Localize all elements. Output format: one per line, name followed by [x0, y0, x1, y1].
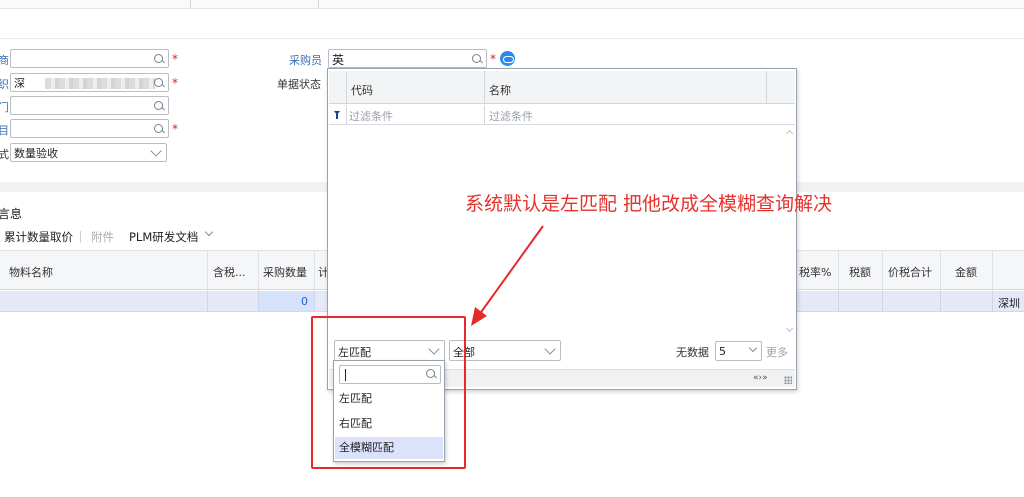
scroll-down-icon[interactable]: [785, 324, 794, 333]
cloud-icon[interactable]: [500, 51, 515, 66]
attachment-button[interactable]: 附件: [91, 229, 114, 245]
chevron-down-icon: [544, 343, 556, 355]
page-size-value: 5: [719, 345, 726, 358]
chevron-down-icon: [150, 145, 162, 157]
no-data-label: 无数据: [676, 346, 709, 359]
purchaser-field[interactable]: 英: [328, 49, 487, 68]
lookup-grid-header: 代码 名称: [329, 71, 795, 104]
col-total-with-tax[interactable]: 价税合计: [888, 264, 932, 280]
org-value: 深: [14, 77, 25, 90]
project-field[interactable]: [10, 119, 169, 138]
lookup-scrollbar[interactable]: [785, 126, 795, 334]
filter-icon: [334, 111, 340, 119]
toolbar-separator: [80, 231, 81, 243]
search-icon[interactable]: [153, 100, 165, 112]
col-code[interactable]: 代码: [351, 82, 373, 98]
resize-grip-icon[interactable]: [784, 376, 792, 384]
purchase-qty-value[interactable]: 0: [301, 295, 308, 308]
doc-status-label: 单据状态: [277, 78, 321, 91]
project-label: 目: [0, 124, 9, 137]
chevron-down-icon: [748, 343, 758, 353]
col-tax-included[interactable]: 含税...: [213, 264, 246, 280]
name-filter-input[interactable]: 过滤条件: [489, 108, 533, 124]
required-mark: *: [172, 52, 178, 66]
accept-method-value: 数量验收: [14, 147, 58, 160]
accept-method-label: 式: [0, 148, 9, 161]
supplier-label: 商: [0, 54, 9, 67]
purchaser-label: 采购员: [289, 54, 322, 67]
toolbar-divider: [0, 38, 1024, 39]
last-cell-value[interactable]: 深圳: [998, 295, 1020, 311]
org-label: 织: [0, 78, 9, 91]
col-tax-amount[interactable]: 税额: [849, 264, 871, 280]
search-icon[interactable]: [153, 123, 165, 135]
lookup-filter-row: 过滤条件 过滤条件: [329, 105, 795, 125]
required-mark: *: [490, 52, 496, 66]
col-material-name[interactable]: 物料名称: [9, 264, 53, 280]
search-icon[interactable]: [471, 53, 483, 65]
department-field[interactable]: [10, 96, 169, 115]
more-link[interactable]: 更多: [766, 344, 788, 360]
plm-docs-button[interactable]: PLM研发文档: [129, 229, 198, 245]
redacted-text: [45, 78, 155, 89]
annotation-arrow-icon: [471, 225, 544, 326]
required-mark: *: [172, 122, 178, 136]
search-icon[interactable]: [153, 53, 165, 65]
col-amount[interactable]: 金额: [955, 264, 977, 280]
annotation-highlight-box: [311, 316, 466, 469]
scroll-up-icon[interactable]: [785, 129, 794, 138]
col-purchase-qty[interactable]: 采购数量: [263, 264, 307, 280]
supplier-field[interactable]: [10, 49, 169, 68]
col-tax-rate[interactable]: 税率%: [799, 264, 831, 280]
col-name[interactable]: 名称: [489, 82, 511, 98]
accept-method-select[interactable]: 数量验收: [10, 143, 167, 162]
cumulative-qty-button[interactable]: 累计数量取价: [4, 229, 73, 245]
chevron-down-icon[interactable]: [204, 227, 214, 237]
required-mark: *: [172, 76, 178, 90]
top-tab-strip: [0, 0, 1024, 9]
detail-section-title: 言息: [0, 207, 23, 221]
code-filter-input[interactable]: 过滤条件: [349, 108, 393, 124]
org-field[interactable]: 深: [10, 73, 169, 92]
annotation-text: 系统默认是左匹配 把他改成全模糊查询解决: [465, 193, 833, 215]
purchaser-value: 英: [332, 53, 345, 67]
nav-arrows-icon[interactable]: «›»: [753, 373, 768, 383]
department-label: 门: [0, 101, 9, 114]
search-icon[interactable]: [153, 77, 165, 89]
page-size-select[interactable]: 5: [715, 341, 762, 361]
